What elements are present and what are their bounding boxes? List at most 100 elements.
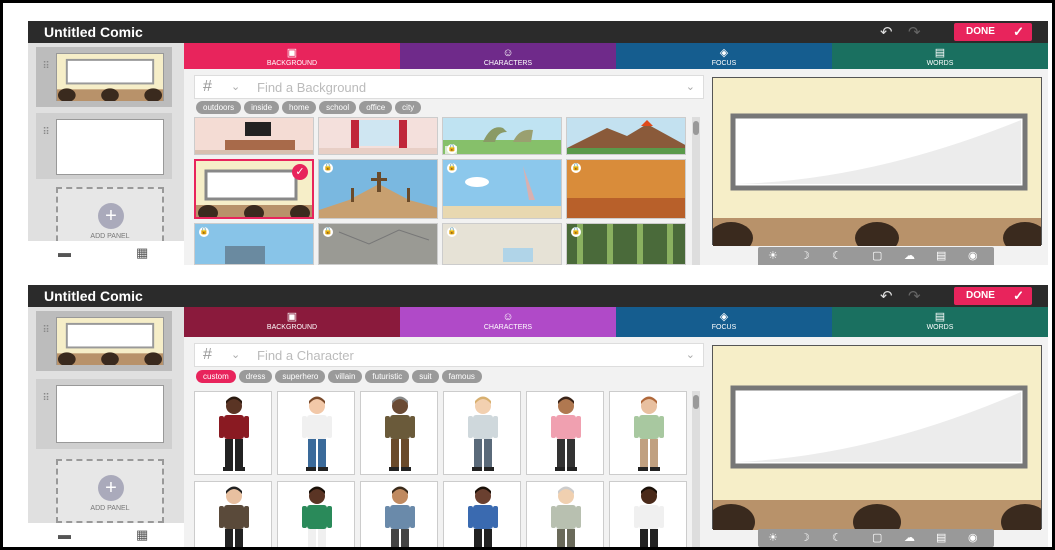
character-card[interactable] [443, 481, 521, 547]
background-card-window[interactable] [318, 117, 438, 155]
panel-thumbnail-1[interactable] [56, 53, 164, 102]
filter-chip[interactable]: outdoors [196, 101, 242, 114]
tab-characters[interactable]: ☺ CHARACTERS [400, 307, 616, 337]
character-card[interactable] [194, 391, 272, 475]
character-card[interactable] [526, 391, 604, 475]
panel-slot-2[interactable]: ⠿ [36, 113, 172, 179]
panel-preview[interactable] [712, 345, 1042, 530]
hashtag-icon[interactable]: # [203, 78, 212, 96]
chevron-down-icon[interactable]: ⌄ [231, 348, 240, 361]
camera-icon[interactable]: ◉ [968, 249, 978, 262]
character-card[interactable] [360, 481, 438, 547]
moon-icon[interactable]: ☽ [800, 531, 810, 544]
background-card-office[interactable] [194, 117, 314, 155]
background-card-crosses[interactable]: 🔒 [318, 159, 438, 219]
grid-scrollbar[interactable] [692, 117, 700, 265]
chevron-down-icon[interactable]: ⌄ [231, 80, 240, 93]
background-card-desert[interactable]: 🔒 [566, 159, 686, 219]
panel-thumbnail-2[interactable] [56, 119, 164, 175]
scroll-thumb[interactable] [693, 395, 699, 409]
character-card[interactable] [277, 481, 355, 547]
tab-words[interactable]: ▤ WORDS [832, 43, 1048, 69]
search-input[interactable] [257, 77, 627, 97]
background-card-classroom-selected[interactable]: ✓ [194, 159, 314, 219]
drag-handle-icon[interactable]: ⠿ [36, 311, 56, 371]
hashtag-icon[interactable]: # [203, 346, 212, 364]
scroll-thumb[interactable] [693, 121, 699, 135]
filter-chip[interactable]: futuristic [365, 370, 410, 383]
panel-slot-1[interactable]: ⠿ [36, 47, 172, 107]
panel-thumbnail-1[interactable] [56, 317, 164, 366]
background-card-sky[interactable]: 🔒 [442, 159, 562, 219]
frame-icon[interactable]: ▢ [872, 249, 882, 262]
filter-chip[interactable]: famous [441, 370, 482, 383]
add-panel-button[interactable]: + ADD PANEL [56, 459, 164, 523]
panel-slot-2[interactable]: ⠿ [36, 379, 172, 449]
brightness-icon[interactable]: ☀ [768, 249, 778, 262]
filter-chip[interactable]: superhero [275, 370, 326, 383]
panel-slot-1[interactable]: ⠿ [36, 311, 172, 371]
panel-preview[interactable] [712, 77, 1042, 246]
filter-chip[interactable]: city [395, 101, 422, 114]
background-card-dinosaur[interactable]: 🔒 [442, 117, 562, 155]
drag-handle-icon[interactable]: ⠿ [36, 47, 56, 107]
background-card-room[interactable]: 🔒 [442, 223, 562, 265]
redo-icon[interactable]: ↷ [908, 287, 921, 305]
background-card-city[interactable]: 🔒 [194, 223, 314, 265]
comic-title[interactable]: Untitled Comic [44, 24, 143, 40]
character-card[interactable] [609, 481, 687, 547]
moon-icon[interactable]: ☽ [800, 249, 810, 262]
search-input[interactable] [257, 345, 627, 365]
frame-icon[interactable]: ▢ [872, 531, 882, 544]
character-card[interactable] [194, 481, 272, 547]
undo-icon[interactable]: ↶ [880, 23, 893, 41]
background-card-volcano[interactable] [566, 117, 686, 155]
panel-thumbnail-2[interactable] [56, 385, 164, 443]
filter-chip[interactable]: school [319, 101, 357, 114]
brightness-icon[interactable]: ☀ [768, 531, 778, 544]
filter-chip[interactable]: dress [238, 370, 273, 383]
filter-chip[interactable]: inside [244, 101, 280, 114]
list-view-icon[interactable]: ▬ [58, 245, 71, 260]
tab-words[interactable]: ▤ WORDS [832, 307, 1048, 337]
focus-icon: ◈ [719, 311, 729, 323]
tab-characters[interactable]: ☺ CHARACTERS [400, 43, 616, 69]
filter-chip[interactable]: office [359, 101, 393, 114]
done-button[interactable]: DONE ✓ [954, 23, 1032, 41]
grid-scrollbar[interactable] [692, 391, 700, 547]
filter-chip[interactable]: home [282, 101, 317, 114]
background-card-cave[interactable]: 🔒 [318, 223, 438, 265]
crescent-icon[interactable]: ☾ [832, 249, 842, 262]
redo-icon[interactable]: ↷ [908, 23, 921, 41]
tab-focus[interactable]: ◈ FOCUS [616, 307, 832, 337]
character-card[interactable] [360, 391, 438, 475]
comic-title[interactable]: Untitled Comic [44, 288, 143, 304]
grid-view-icon[interactable]: ▦ [136, 527, 148, 543]
character-card[interactable] [277, 391, 355, 475]
list-view-icon[interactable]: ▬ [58, 527, 71, 542]
camera-icon[interactable]: ◉ [968, 531, 978, 544]
grid-view-icon[interactable]: ▦ [136, 245, 148, 261]
cloud-icon[interactable]: ☁ [904, 531, 915, 544]
cloud-icon[interactable]: ☁ [904, 249, 915, 262]
background-card-bamboo[interactable]: 🔒 [566, 223, 686, 265]
undo-icon[interactable]: ↶ [880, 287, 893, 305]
lock-icon: 🔒 [571, 163, 581, 173]
drag-handle-icon[interactable]: ⠿ [36, 379, 56, 449]
filter-chip-active[interactable]: custom [196, 370, 236, 383]
layers-icon[interactable]: ▤ [936, 249, 946, 262]
tab-background[interactable]: ▣ BACKGROUND [184, 307, 400, 337]
done-button[interactable]: DONE ✓ [954, 287, 1032, 305]
character-card[interactable] [526, 481, 604, 547]
drag-handle-icon[interactable]: ⠿ [36, 113, 56, 179]
tab-background[interactable]: ▣ BACKGROUND [184, 43, 400, 69]
layers-icon[interactable]: ▤ [936, 531, 946, 544]
filter-chip[interactable]: suit [412, 370, 439, 383]
character-card[interactable] [609, 391, 687, 475]
chevron-down-icon[interactable]: ⌄ [686, 80, 695, 93]
tab-focus[interactable]: ◈ FOCUS [616, 43, 832, 69]
crescent-icon[interactable]: ☾ [832, 531, 842, 544]
chevron-down-icon[interactable]: ⌄ [686, 348, 695, 361]
filter-chip[interactable]: villain [328, 370, 363, 383]
character-card[interactable] [443, 391, 521, 475]
